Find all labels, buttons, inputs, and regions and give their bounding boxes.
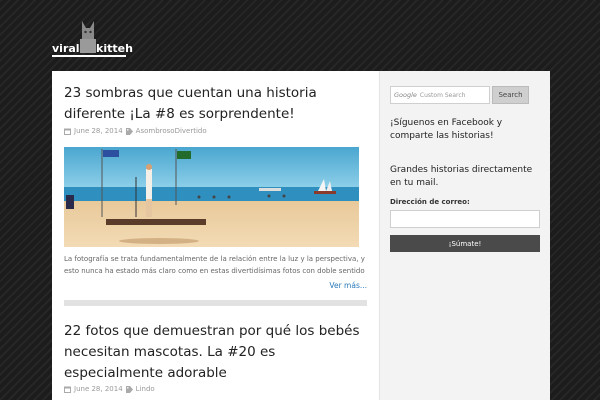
search-input[interactable]: Google Custom Search [390, 86, 490, 104]
post-excerpt: La fotografía se trata fundamentalmente … [64, 255, 365, 275]
cat-logo-icon [80, 21, 96, 53]
post-title[interactable]: 22 fotos que demuestran por qué los bebé… [64, 321, 374, 384]
search-placeholder: Custom Search [419, 91, 466, 99]
main-panel: 23 sombras que cuentan una historia dife… [52, 71, 550, 400]
post-meta: June 28, 2014 Lindo [64, 385, 155, 393]
logo-word-viral: viral [52, 42, 80, 55]
calendar-icon [64, 128, 71, 135]
logo-word-kitteh: kitteh [96, 42, 133, 55]
tag-icon [125, 385, 133, 393]
subscribe-button[interactable]: ¡Súmate! [390, 235, 540, 252]
sidebar: Google Custom Search Search ¡Síguenos en… [379, 71, 550, 400]
posts-column: 23 sombras que cuentan una historia dife… [52, 71, 379, 400]
post-separator [64, 300, 367, 306]
newsletter-text: Grandes historias directamente en tu mai… [390, 165, 533, 188]
post-category[interactable]: AsombrosoDivertido [136, 127, 207, 135]
facebook-follow-text[interactable]: ¡Síguenos en Facebook y comparte las his… [390, 117, 545, 143]
post-date: June 28, 2014 [74, 385, 123, 393]
email-label: Dirección de correo: [390, 198, 470, 206]
read-more-link[interactable]: Ver más... [329, 281, 367, 290]
email-field[interactable] [390, 210, 540, 228]
post-meta: June 28, 2014 AsombrosoDivertido [64, 127, 207, 135]
tag-icon [125, 127, 133, 135]
post-date: June 28, 2014 [74, 127, 123, 135]
google-brand-label: Google [394, 91, 417, 99]
post-image[interactable] [64, 147, 359, 247]
calendar-icon [64, 386, 71, 393]
search-button[interactable]: Search [492, 86, 529, 104]
post-title[interactable]: 23 sombras que cuentan una historia dife… [64, 83, 374, 125]
site-logo[interactable]: viral kitteh [52, 19, 133, 57]
post-category[interactable]: Lindo [136, 385, 155, 393]
logo-underline [52, 55, 126, 57]
